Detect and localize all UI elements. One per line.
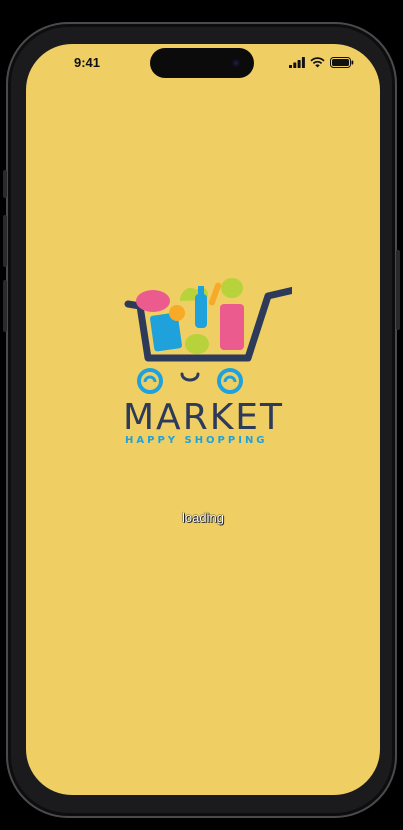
front-camera-icon: [232, 59, 240, 67]
splash-screen: 9:41 MARKET HAPPY SHOPPING loading: [26, 44, 380, 795]
orange-icon: [169, 305, 185, 321]
side-button: [3, 170, 7, 198]
status-time: 9:41: [74, 55, 101, 70]
meat-icon: [136, 290, 170, 312]
logo-brand-name: MARKET: [123, 397, 284, 438]
cart-wheel-right-icon: [217, 368, 243, 394]
logo-tagline: HAPPY SHOPPING: [125, 435, 268, 446]
loading-text: loading: [182, 510, 224, 525]
bottle-icon: [195, 294, 207, 328]
volume-up-button: [3, 215, 7, 267]
status-bar: 9:41: [26, 44, 380, 84]
wifi-icon: [310, 57, 325, 68]
cabbage-icon: [221, 278, 243, 298]
volume-down-button: [3, 280, 7, 332]
power-button: [396, 250, 400, 330]
dynamic-island: [150, 48, 254, 78]
market-logo: MARKET HAPPY SHOPPING: [123, 278, 292, 446]
milk-carton-icon: [220, 304, 244, 350]
cellular-signal-icon: [289, 57, 305, 68]
carrot-icon: [208, 282, 222, 306]
status-icons: [289, 57, 354, 68]
lettuce-icon: [185, 334, 209, 354]
cart-wheel-left-icon: [137, 368, 163, 394]
battery-icon: [330, 57, 354, 68]
